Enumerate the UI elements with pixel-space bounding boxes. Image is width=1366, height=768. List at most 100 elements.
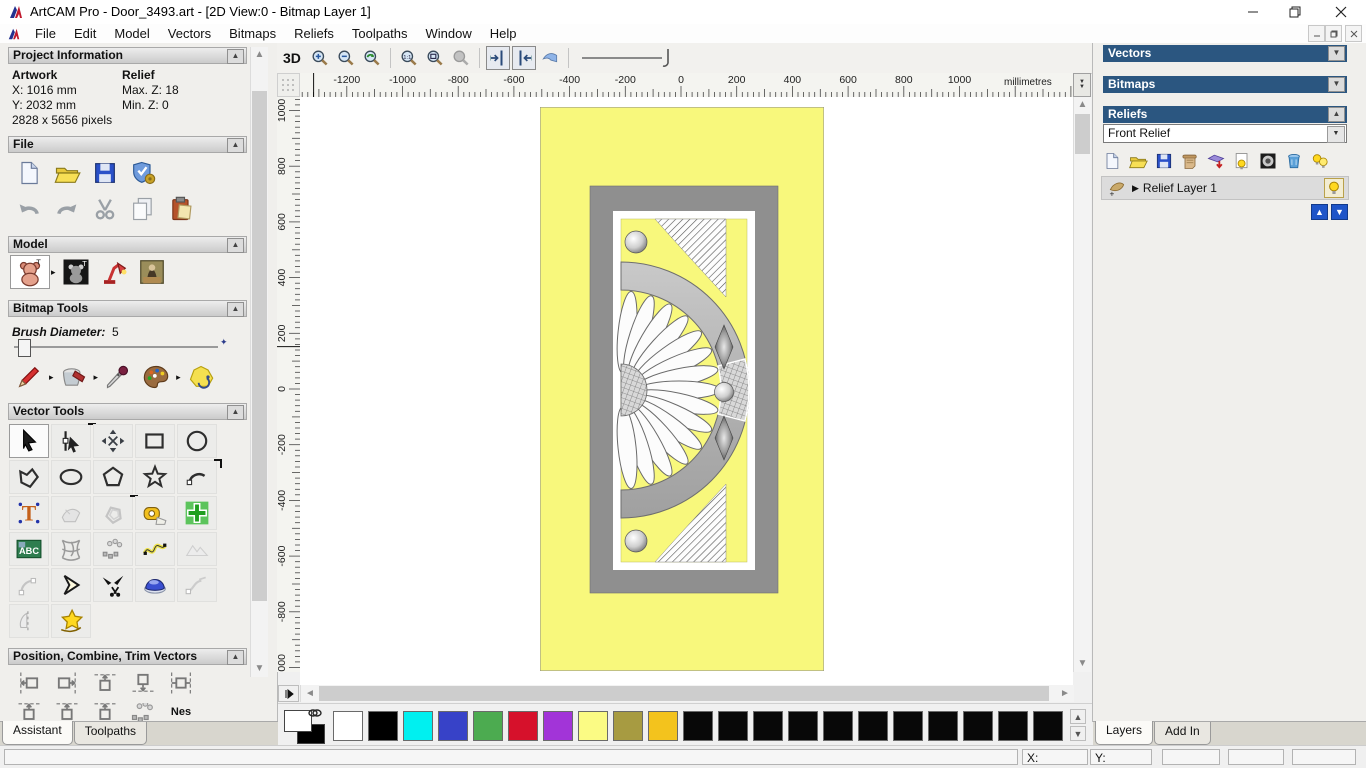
palette-swatch-6[interactable]	[543, 711, 573, 741]
flyout-arrow-icon[interactable]: ▸	[49, 372, 54, 383]
relief-selector[interactable]: Front Relief ▼	[1103, 124, 1347, 143]
expand-vectors-icon[interactable]: ▼	[1328, 46, 1345, 61]
layer-visibility-bulb-icon[interactable]	[1324, 178, 1344, 198]
palette-swatch-14[interactable]	[823, 711, 853, 741]
node-editing[interactable]	[51, 423, 96, 458]
canvas-vscrollbar[interactable]: ▲ ▼	[1073, 97, 1091, 672]
scroll-down-icon[interactable]: ▼	[252, 661, 267, 677]
paint-icon[interactable]	[10, 361, 48, 393]
palette-swatch-3[interactable]	[438, 711, 468, 741]
palette-swatch-15[interactable]	[858, 711, 888, 741]
collapse-project-info-button[interactable]: ▲	[227, 49, 244, 64]
menu-window[interactable]: Window	[417, 24, 481, 43]
collapse-file-button[interactable]: ▲	[227, 138, 244, 153]
flyout-arrow-icon[interactable]: ▸	[94, 372, 99, 383]
line-width-slider-handle[interactable]	[662, 47, 674, 69]
lighting-icon[interactable]	[95, 256, 133, 288]
scroll-up-icon[interactable]: ▲	[252, 47, 267, 63]
close-button[interactable]	[1324, 0, 1358, 24]
menu-reliefs[interactable]: Reliefs	[285, 24, 343, 43]
palette-scroll-down-icon[interactable]: ▼	[1070, 726, 1086, 741]
relief-envelope-icon[interactable]	[1179, 150, 1201, 172]
relief-selector-dropdown-icon[interactable]: ▼	[1327, 126, 1345, 143]
tab-add-in[interactable]: Add In	[1154, 722, 1211, 745]
select-vectors[interactable]	[9, 424, 49, 458]
open-model-icon[interactable]	[48, 157, 86, 189]
node-curve[interactable]	[177, 568, 217, 602]
collapse-position-button[interactable]: ▲	[227, 650, 244, 665]
minimize-button[interactable]	[1236, 0, 1270, 24]
create-cross[interactable]	[177, 496, 217, 530]
offset-vectors[interactable]	[93, 495, 138, 530]
flyout-arrow-icon[interactable]: ▸	[51, 267, 56, 278]
align-right[interactable]	[48, 667, 86, 699]
text-on-picture[interactable]: ABC	[9, 532, 49, 566]
palette-swatch-17[interactable]	[928, 711, 958, 741]
view-flipbook-button[interactable]	[278, 685, 299, 702]
palette-swatch-0[interactable]	[333, 711, 363, 741]
tab-toolpaths[interactable]: Toolpaths	[73, 722, 148, 745]
menu-edit[interactable]: Edit	[65, 24, 105, 43]
child-minimize-button[interactable]	[1308, 25, 1325, 42]
paste-relief-icon[interactable]	[1205, 150, 1227, 172]
new-relief-layer-icon[interactable]	[1231, 150, 1253, 172]
new-relief-icon[interactable]	[1101, 150, 1123, 172]
flyout-arrow-icon[interactable]: ▸	[176, 372, 181, 383]
bitmaps-header[interactable]: Bitmaps ▼	[1103, 76, 1347, 93]
align-centre-h[interactable]	[162, 667, 200, 699]
distort-vectors[interactable]	[51, 532, 91, 566]
redo-icon[interactable]	[48, 193, 86, 225]
toggle-layers-icon[interactable]	[1309, 150, 1331, 172]
texture-paint-icon[interactable]	[182, 361, 220, 393]
snap-left-icon[interactable]	[485, 45, 510, 70]
canvas-scroll-down-icon[interactable]: ▼	[1075, 656, 1090, 672]
view-3d-button[interactable]: 3D	[283, 50, 301, 66]
transform-vectors[interactable]	[93, 424, 133, 458]
collapse-bitmap-button[interactable]: ▲	[227, 302, 244, 317]
line-width-slider-track[interactable]	[581, 57, 662, 59]
menu-help[interactable]: Help	[481, 24, 526, 43]
collapse-vector-button[interactable]: ▲	[227, 405, 244, 420]
ruler-units-dropdown[interactable]: ▼ ▼	[1073, 73, 1091, 97]
zoom-fit-icon[interactable]	[423, 46, 447, 70]
palette-swatch-16[interactable]	[893, 711, 923, 741]
delete-relief-layer-icon[interactable]	[1283, 150, 1305, 172]
child-restore-button[interactable]	[1325, 25, 1342, 42]
tab-layers[interactable]: Layers	[1095, 721, 1154, 745]
new-model-icon[interactable]	[10, 157, 48, 189]
model-options-icon[interactable]	[124, 157, 162, 189]
menu-toolpaths[interactable]: Toolpaths	[343, 24, 417, 43]
zoom-in-icon[interactable]	[308, 46, 332, 70]
open-relief-icon[interactable]	[1127, 150, 1149, 172]
flood-fill-icon[interactable]	[55, 361, 93, 393]
palette-icon[interactable]	[137, 361, 175, 393]
zoom-previous-icon[interactable]	[360, 46, 384, 70]
create-text[interactable]: T	[9, 496, 49, 530]
palette-swatch-8[interactable]	[613, 711, 643, 741]
child-close-button[interactable]	[1345, 25, 1362, 42]
greyscale-view-icon[interactable]: T	[57, 256, 95, 288]
canvas-hscrollbar[interactable]: ◄ ►	[300, 685, 1074, 702]
menu-vectors[interactable]: Vectors	[159, 24, 220, 43]
canvas-hscrollbar-thumb[interactable]	[319, 686, 1049, 701]
previous-view-icon[interactable]	[538, 46, 562, 70]
set-model-size-icon[interactable]: T	[10, 255, 50, 289]
paste-centres[interactable]	[86, 703, 124, 721]
palette-swatch-7[interactable]	[578, 711, 608, 741]
collapse-model-button[interactable]: ▲	[227, 238, 244, 253]
save-model-icon[interactable]	[86, 157, 124, 189]
copy-icon[interactable]	[124, 193, 162, 225]
align-bottom[interactable]	[124, 667, 162, 699]
trim-vectors[interactable]	[93, 568, 133, 602]
palette-swatch-19[interactable]	[998, 711, 1028, 741]
palette-swatch-5[interactable]	[508, 711, 538, 741]
create-star[interactable]	[135, 460, 175, 494]
palette-swatch-2[interactable]	[403, 711, 433, 741]
spin-dome[interactable]	[135, 568, 175, 602]
menu-bitmaps[interactable]: Bitmaps	[220, 24, 285, 43]
create-polyline[interactable]	[9, 460, 49, 494]
save-relief-icon[interactable]	[1153, 150, 1175, 172]
link-colours-icon[interactable]	[308, 707, 322, 719]
assistant-scrollbar[interactable]: ▲ ▼	[250, 47, 268, 677]
zoom-objects-icon[interactable]	[449, 46, 473, 70]
